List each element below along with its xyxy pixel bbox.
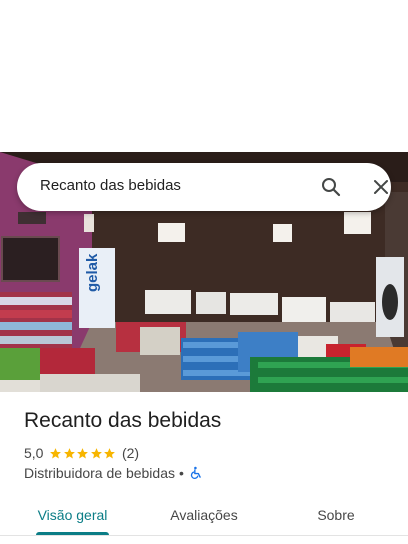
star-icon <box>91 447 102 458</box>
wheelchair-icon <box>189 466 203 480</box>
review-count[interactable]: (2) <box>122 445 139 461</box>
rating-value: 5,0 <box>24 445 44 461</box>
star-icon <box>77 447 89 458</box>
category-row: Distribuidora de bebidas • <box>24 464 203 482</box>
search-input[interactable]: Recanto das bebidas <box>40 177 181 194</box>
separator: • <box>178 465 184 481</box>
tab-about[interactable]: Sobre <box>296 494 376 536</box>
search-bar[interactable]: Recanto das bebidas <box>17 163 391 211</box>
place-category: Distribuidora de bebidas <box>24 465 175 481</box>
svg-text:gelak: gelak <box>84 253 101 292</box>
search-icon[interactable] <box>319 175 343 199</box>
tab-overview[interactable]: Visão geral <box>24 494 121 536</box>
star-rating <box>49 447 117 460</box>
place-title: Recanto das bebidas <box>24 409 222 432</box>
close-icon[interactable] <box>369 175 393 199</box>
place-tabs: Visão geral Avaliações Sobre <box>0 494 408 544</box>
tabs-divider <box>0 535 408 536</box>
tab-reviews[interactable]: Avaliações <box>156 494 252 536</box>
map-blank-area <box>0 0 408 152</box>
star-icon <box>104 447 116 458</box>
star-icon <box>50 447 62 458</box>
rating-row[interactable]: 5,0 (2) <box>24 444 139 462</box>
star-icon <box>64 447 75 458</box>
